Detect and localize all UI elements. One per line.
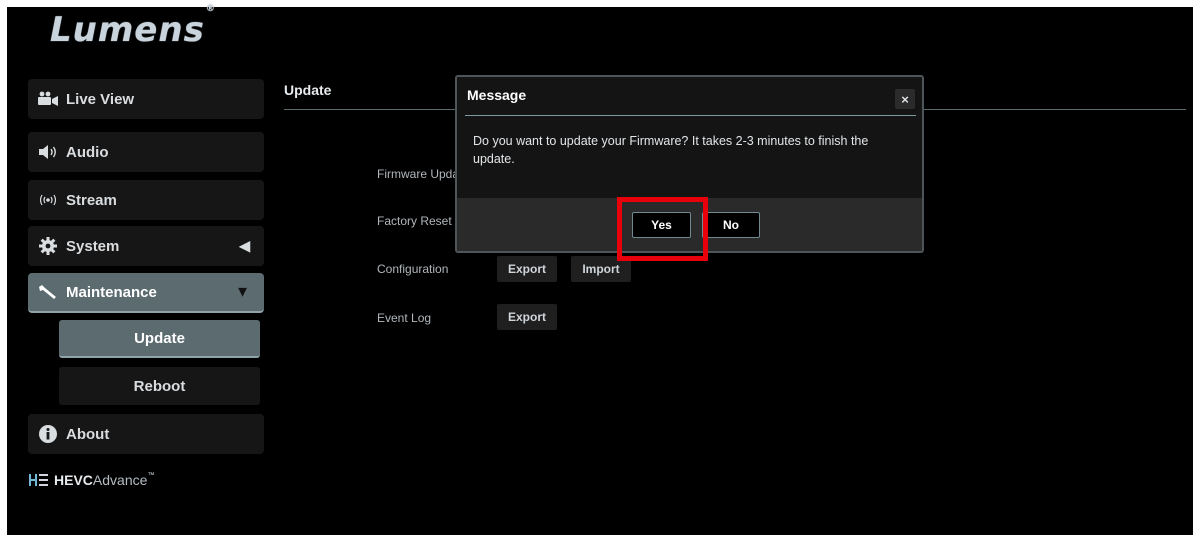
expand-down-icon: ▼ bbox=[235, 283, 250, 301]
broadcast-icon bbox=[36, 193, 60, 207]
eventlog-export-button[interactable]: Export bbox=[497, 304, 557, 330]
wrench-icon bbox=[36, 283, 60, 301]
close-icon[interactable]: × bbox=[895, 89, 915, 109]
configuration-label: Configuration bbox=[377, 262, 449, 276]
page-title: Update bbox=[284, 82, 332, 98]
sidebar-item-stream[interactable]: Stream bbox=[28, 180, 264, 220]
dialog-divider bbox=[465, 115, 916, 116]
sidebar-item-maintenance[interactable]: Maintenance ▼ bbox=[28, 273, 264, 313]
collapse-left-icon: ◀ bbox=[239, 237, 250, 254]
lumens-logo: Lumens® bbox=[50, 3, 216, 50]
video-camera-icon bbox=[36, 91, 60, 107]
dialog-title: Message bbox=[467, 87, 527, 103]
sidebar-item-audio[interactable]: Audio bbox=[28, 132, 264, 172]
event-log-label: Event Log bbox=[377, 311, 432, 325]
gear-icon bbox=[36, 236, 60, 256]
hevc-mark-icon bbox=[29, 474, 48, 486]
info-icon bbox=[36, 424, 60, 444]
factory-reset-label: Factory Reset bbox=[377, 214, 452, 228]
no-button[interactable]: No bbox=[702, 212, 760, 238]
speaker-icon bbox=[36, 144, 60, 160]
sidebar-item-system[interactable]: System ◀ bbox=[28, 226, 264, 266]
annotation-highlight-box bbox=[617, 197, 708, 261]
dialog-message: Do you want to update your Firmware? It … bbox=[473, 134, 869, 166]
hevc-advance-logo: HEVCAdvance™ bbox=[28, 472, 154, 488]
sidebar-item-about[interactable]: About bbox=[28, 414, 264, 454]
sidebar-item-live-view[interactable]: Live View bbox=[28, 79, 264, 119]
sidebar-subitem-reboot[interactable]: Reboot bbox=[59, 367, 260, 405]
sidebar-subitem-update[interactable]: Update bbox=[59, 320, 260, 358]
config-export-button[interactable]: Export bbox=[497, 256, 557, 282]
